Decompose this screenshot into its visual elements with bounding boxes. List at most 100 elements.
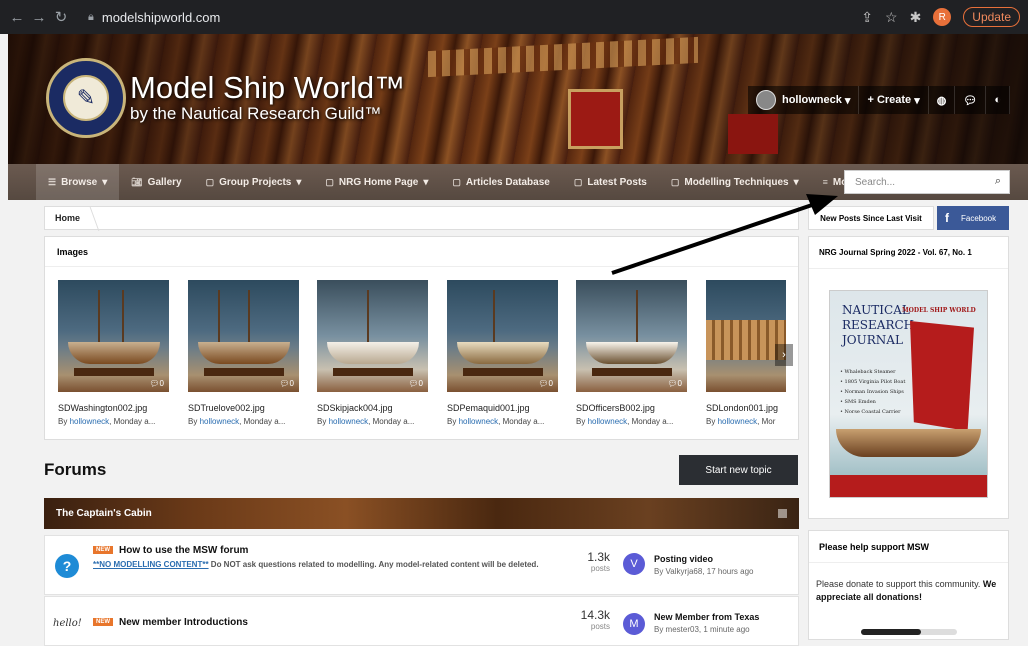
document-icon: ▢ <box>573 176 583 187</box>
user-menu[interactable]: hollowneck ▾ <box>748 86 860 114</box>
ship-panel-decoration <box>568 89 623 149</box>
ship-thumbnail[interactable] <box>706 280 786 392</box>
nav-item-browse[interactable]: ☰ Browse ▾ <box>36 164 120 200</box>
user-link[interactable]: hollowneck <box>588 417 628 426</box>
globe-icon[interactable]: ◍ <box>929 86 956 114</box>
user-link[interactable]: hollowneck <box>459 417 499 426</box>
cover-contents: • Whaleback Steamer • 1805 Virginia Pilo… <box>840 369 906 415</box>
last-post-title[interactable]: Posting video <box>654 554 713 564</box>
support-heading: Please help support MSW <box>809 531 1008 563</box>
collapse-icon[interactable] <box>778 509 787 518</box>
nav-item-group-projects[interactable]: ▢ Group Projects ▾ <box>194 164 314 200</box>
image-card[interactable]: 💬︎0 SDPemaquid001.jpg By hollowneck, Mon… <box>447 280 558 426</box>
ship-thumbnail[interactable]: 💬︎0 <box>317 280 428 392</box>
search-placeholder: Search... <box>855 176 896 188</box>
reload-icon[interactable]: ↻ <box>52 8 70 26</box>
ship-thumbnail[interactable]: 💬︎0 <box>188 280 299 392</box>
user-link[interactable]: hollowneck <box>329 417 369 426</box>
nav-item-gallery[interactable]: 📷︎ Gallery <box>119 164 193 200</box>
last-post-title[interactable]: New Member from Texas <box>654 612 759 622</box>
messages-icon[interactable]: 💬︎ <box>955 86 987 114</box>
image-card[interactable]: SDLondon001.jpg By hollowneck, Mor <box>706 280 786 426</box>
image-carousel: 💬︎0 SDWashington002.jpg By hollowneck, M… <box>58 280 798 430</box>
journal-widget: NRG Journal Spring 2022 - Vol. 67, No. 1… <box>808 236 1009 519</box>
user-link[interactable]: hollowneck <box>200 417 240 426</box>
forward-icon[interactable]: → <box>30 9 48 26</box>
image-filename[interactable]: SDSkipjack004.jpg <box>317 403 428 413</box>
search-icon[interactable]: ⌕ <box>995 175 1001 188</box>
image-filename[interactable]: SDOfficersB002.jpg <box>576 403 687 413</box>
forum-row[interactable]: ? NEW How to use the MSW forum **NO MODEL… <box>44 535 799 595</box>
image-byline: By hollowneck, Monday a... <box>576 417 674 426</box>
user-link[interactable]: hollowneck <box>718 417 758 426</box>
hull <box>68 342 160 364</box>
image-card[interactable]: 💬︎0 SDWashington002.jpg By hollowneck, M… <box>58 280 169 426</box>
hull <box>198 342 290 364</box>
stand <box>204 368 284 376</box>
address-bar[interactable]: 🔒︎ modelshipworld.com <box>82 5 862 29</box>
browser-toolbar: ← → ↻ 🔒︎ modelshipworld.com ⇪ ☆ ✱ R Upda… <box>0 0 1028 34</box>
forum-row[interactable]: hello! NEW New member Introductions 14.3k… <box>44 596 799 646</box>
extensions-icon[interactable]: ✱ <box>910 9 922 26</box>
main-nav: ☰ Browse ▾ 📷︎ Gallery ▢ Group Projects ▾ ▢ NRG… <box>8 164 1028 200</box>
image-card[interactable]: 💬︎0 SDSkipjack004.jpg By hollowneck, Mon… <box>317 280 428 426</box>
new-posts-button[interactable]: New Posts Since Last Visit <box>808 206 934 230</box>
nav-item-latest-posts[interactable]: ▢ Latest Posts <box>562 164 659 200</box>
user-bar: hollowneck ▾ + Create ▾ ◍ 💬︎ ◐ <box>747 86 1010 114</box>
forum-category-header[interactable]: The Captain's Cabin <box>44 498 799 529</box>
carousel-next-icon[interactable]: › <box>775 344 793 366</box>
forum-title[interactable]: NEW How to use the MSW forum <box>93 545 248 556</box>
start-new-topic-button[interactable]: Start new topic <box>679 455 798 485</box>
facebook-icon: f <box>945 211 949 225</box>
stand <box>463 368 543 376</box>
image-card[interactable]: 💬︎0 SDTruelove002.jpg By hollowneck, Mon… <box>188 280 299 426</box>
hull <box>706 320 786 360</box>
donation-progress <box>861 629 957 635</box>
book-icon: ✎ <box>63 75 109 121</box>
last-poster-avatar[interactable]: M <box>623 613 645 635</box>
image-filename[interactable]: SDTruelove002.jpg <box>188 403 299 413</box>
document-icon: ▢ <box>452 176 461 187</box>
nav-item-articles[interactable]: ▢ Articles Database <box>440 164 561 200</box>
back-icon[interactable]: ← <box>8 9 26 26</box>
image-filename[interactable]: SDPemaquid001.jpg <box>447 403 558 413</box>
image-card[interactable]: 💬︎0 SDOfficersB002.jpg By hollowneck, Mo… <box>576 280 687 426</box>
image-filename[interactable]: SDLondon001.jpg <box>706 403 786 413</box>
comment-count: 💬︎0 <box>538 379 553 388</box>
theme-toggle-icon[interactable]: ◐ <box>986 86 1010 114</box>
bookmark-star-icon[interactable]: ☆ <box>885 9 898 26</box>
site-header: ✎ Model Ship World™ by the Nautical Rese… <box>8 34 1028 164</box>
comment-count: 💬︎0 <box>667 379 682 388</box>
last-poster-avatar[interactable]: V <box>623 553 645 575</box>
mast <box>218 290 220 346</box>
site-title: Model Ship World™ <box>130 70 406 105</box>
ship-thumbnail[interactable]: 💬︎0 <box>447 280 558 392</box>
search-input[interactable]: Search... ⌕ <box>844 170 1010 194</box>
forum-title[interactable]: NEW New member Introductions <box>93 617 248 628</box>
msw-logo[interactable]: ✎ <box>46 58 126 138</box>
share-icon[interactable]: ⇪ <box>861 9 873 26</box>
mast <box>367 290 369 346</box>
last-post-byline: By Valkyrja68, 17 hours ago <box>654 567 754 576</box>
donation-progress-fill <box>861 629 921 635</box>
profile-avatar[interactable]: R <box>933 8 952 26</box>
breadcrumb: Home <box>44 206 799 231</box>
update-button[interactable]: Update <box>963 7 1020 27</box>
mast <box>636 290 638 346</box>
ship-panel-decoration <box>728 114 778 154</box>
nav-item-nrg-home[interactable]: ▢ NRG Home Page ▾ <box>313 164 440 200</box>
document-icon: ▢ <box>670 176 680 187</box>
image-filename[interactable]: SDWashington002.jpg <box>58 403 169 413</box>
ship-thumbnail[interactable]: 💬︎0 <box>576 280 687 392</box>
new-badge: NEW <box>93 618 113 627</box>
journal-cover[interactable]: NAUTICAL RESEARCH JOURNAL MODEL SHIP WOR… <box>829 290 988 498</box>
breadcrumb-home[interactable]: Home <box>55 213 80 223</box>
create-menu[interactable]: + Create ▾ <box>859 86 929 114</box>
user-link[interactable]: hollowneck <box>70 417 110 426</box>
image-byline: By hollowneck, Monday a... <box>317 417 415 426</box>
site-brand[interactable]: Model Ship World™ by the Nautical Resear… <box>130 70 405 124</box>
nav-item-modelling[interactable]: ▢ Modelling Techniques ▾ <box>659 164 811 200</box>
facebook-button[interactable]: f Facebook <box>937 206 1009 230</box>
ship-thumbnail[interactable]: 💬︎0 <box>58 280 169 392</box>
mast <box>98 290 100 346</box>
